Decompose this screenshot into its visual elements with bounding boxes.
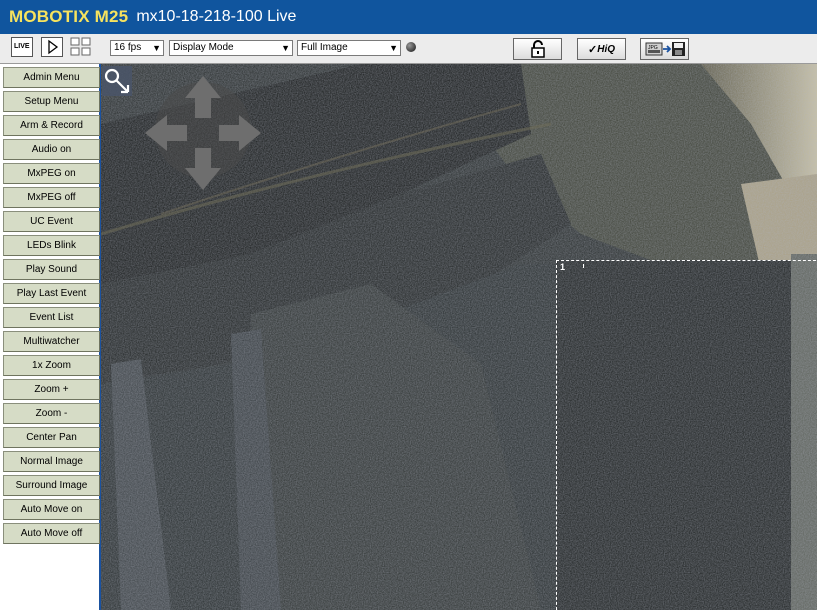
zoom-corner-icon[interactable]: [102, 66, 132, 96]
image-mode-value: Full Image: [301, 42, 348, 53]
live-video-view[interactable]: 1: [101, 64, 817, 610]
image-mode-select[interactable]: Full Image ▼: [297, 40, 401, 56]
sidebar-item-auto-move-off[interactable]: Auto Move off: [3, 523, 100, 544]
save-jpg-button[interactable]: JPG: [640, 38, 689, 60]
sidebar-item-mxpeg-on[interactable]: MxPEG on: [3, 163, 100, 184]
sidebar-item-1x-zoom[interactable]: 1x Zoom: [3, 355, 100, 376]
region-number: 1: [560, 262, 566, 272]
sidebar-item-zoom-out[interactable]: Zoom -: [3, 403, 100, 424]
sidebar-item-admin-menu[interactable]: Admin Menu: [3, 67, 100, 88]
sidebar-item-multiwatcher[interactable]: Multiwatcher: [3, 331, 100, 352]
fps-select[interactable]: 16 fps ▼: [110, 40, 164, 56]
hiq-button[interactable]: ✓ HiQ: [577, 38, 626, 60]
sidebar-item-audio-on[interactable]: Audio on: [3, 139, 100, 160]
display-mode-select[interactable]: Display Mode ▼: [169, 40, 293, 56]
play-icon: [48, 39, 59, 55]
live-icon: LIVE: [14, 43, 30, 50]
event-region-box: 1: [556, 260, 817, 610]
page-title: mx10-18-218-100 Live: [136, 8, 297, 25]
hiq-label: HiQ: [597, 43, 615, 55]
sidebar-item-zoom-in[interactable]: Zoom +: [3, 379, 100, 400]
unlock-button[interactable]: [513, 38, 562, 60]
grid-icon: [70, 37, 91, 56]
region-marker: [583, 264, 584, 268]
sidebar-item-leds-blink[interactable]: LEDs Blink: [3, 235, 100, 256]
sidebar-item-surround-image[interactable]: Surround Image: [3, 475, 100, 496]
sidebar-item-normal-image[interactable]: Normal Image: [3, 451, 100, 472]
chevron-down-icon: ▼: [152, 43, 161, 53]
sidebar-item-auto-move-on[interactable]: Auto Move on: [3, 499, 100, 520]
sidebar-item-mxpeg-off[interactable]: MxPEG off: [3, 187, 100, 208]
grid-view-button[interactable]: [70, 37, 92, 57]
sidebar-item-arm-record[interactable]: Arm & Record: [3, 115, 100, 136]
sidebar-item-play-last-event[interactable]: Play Last Event: [3, 283, 100, 304]
check-icon: ✓: [588, 43, 598, 56]
sidebar-item-setup-menu[interactable]: Setup Menu: [3, 91, 100, 112]
chevron-down-icon: ▼: [389, 43, 398, 53]
fps-value: 16 fps: [114, 42, 142, 53]
sidebar-item-center-pan[interactable]: Center Pan: [3, 427, 100, 448]
live-view-button[interactable]: LIVE: [11, 37, 33, 57]
toolbar: LIVE 16 fps ▼ Display Mode ▼ Full Image ▼ ✓…: [0, 34, 817, 64]
padlock-open-icon: [530, 40, 545, 58]
pan-tilt-control[interactable]: [145, 74, 261, 194]
title-bar: MOBOTIX M25 mx10-18-218-100 Live: [0, 0, 817, 34]
play-button[interactable]: [41, 37, 63, 57]
save-image-icon: JPG: [645, 42, 685, 56]
brand-name: MOBOTIX M25: [9, 7, 129, 26]
status-led-icon: [406, 42, 416, 52]
chevron-down-icon: ▼: [281, 43, 290, 53]
sidebar-item-play-sound[interactable]: Play Sound: [3, 259, 100, 280]
sidebar-item-event-list[interactable]: Event List: [3, 307, 100, 328]
display-mode-value: Display Mode: [173, 42, 234, 53]
sidebar-item-uc-event[interactable]: UC Event: [3, 211, 100, 232]
sidebar: Admin Menu Setup Menu Arm & Record Audio…: [0, 64, 101, 610]
